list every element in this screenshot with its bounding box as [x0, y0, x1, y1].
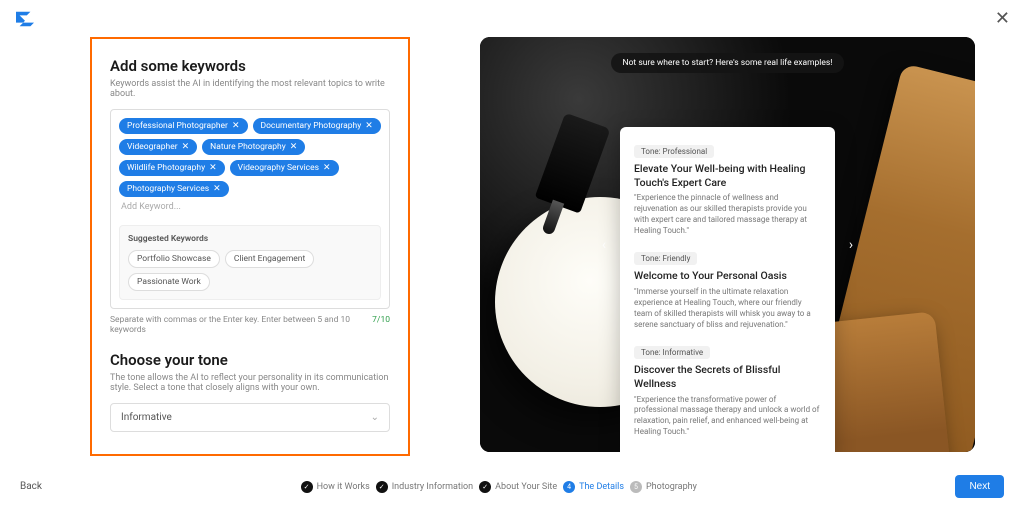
stepper: ✓How it Works ✓Industry Information ✓About… [301, 481, 697, 493]
keyword-chip[interactable]: Videographer✕ [119, 139, 197, 155]
add-keyword-input[interactable]: Add Keyword... [119, 197, 381, 217]
keyword-chip[interactable]: Videography Services✕ [230, 160, 339, 176]
example-body: "Experience the pinnacle of wellness and… [634, 193, 821, 236]
suggested-chip[interactable]: Client Engagement [225, 250, 314, 268]
next-button[interactable]: Next [955, 475, 1004, 498]
tone-value: Informative [121, 412, 172, 423]
tone-subtext: The tone allows the AI to reflect your p… [110, 373, 390, 393]
step-how-it-works[interactable]: ✓How it Works [301, 481, 370, 493]
example-title: Welcome to Your Personal Oasis [634, 269, 821, 283]
example-body: "Immerse yourself in the ultimate relaxa… [634, 287, 821, 330]
keyword-chip[interactable]: Photography Services✕ [119, 181, 229, 197]
tone-pill: Tone: Friendly [634, 252, 697, 265]
tone-pill: Tone: Professional [634, 145, 714, 158]
step-the-details[interactable]: 4The Details [563, 481, 624, 493]
remove-icon[interactable]: ✕ [232, 121, 240, 131]
brand-logo [14, 10, 36, 28]
suggested-title: Suggested Keywords [128, 234, 372, 244]
suggested-keywords: Suggested Keywords Portfolio Showcase Cli… [119, 225, 381, 300]
tone-heading: Choose your tone [110, 351, 390, 369]
remove-icon[interactable]: ✕ [209, 163, 217, 173]
suggested-chip[interactable]: Passionate Work [128, 273, 210, 291]
tone-pill: Tone: Informative [634, 346, 710, 359]
remove-icon[interactable]: ✕ [290, 142, 298, 152]
keyword-input-box: Professional Photographer✕ Documentary Ph… [110, 109, 390, 309]
keyword-hint: Separate with commas or the Enter key. E… [110, 315, 372, 335]
example-card: Tone: Professional Elevate Your Well-bein… [620, 127, 835, 452]
preview-panel: Not sure where to start? Here's some rea… [480, 37, 975, 452]
keyword-chip[interactable]: Nature Photography✕ [202, 139, 305, 155]
close-icon[interactable]: ✕ [995, 8, 1010, 29]
keywords-subtext: Keywords assist the AI in identifying th… [110, 79, 390, 99]
example-body: "Experience the transformative power of … [634, 395, 821, 438]
remove-icon[interactable]: ✕ [323, 163, 331, 173]
carousel-next-button[interactable]: › [839, 233, 863, 257]
remove-icon[interactable]: ✕ [213, 184, 221, 194]
keyword-chip[interactable]: Documentary Photography✕ [253, 118, 381, 134]
tone-select[interactable]: Informative ⌄ [110, 403, 390, 432]
remove-icon[interactable]: ✕ [365, 121, 373, 131]
keyword-count: 7/10 [372, 315, 390, 335]
chevron-down-icon: ⌄ [371, 412, 379, 423]
suggested-chip[interactable]: Portfolio Showcase [128, 250, 220, 268]
remove-icon[interactable]: ✕ [182, 142, 190, 152]
config-panel: Add some keywords Keywords assist the AI… [90, 37, 410, 456]
step-photography[interactable]: 5Photography [630, 481, 697, 493]
back-button[interactable]: Back [20, 481, 42, 492]
step-industry-information[interactable]: ✓Industry Information [376, 481, 473, 493]
example-title: Discover the Secrets of Blissful Wellnes… [634, 363, 821, 390]
example-title: Elevate Your Well-being with Healing Tou… [634, 162, 821, 189]
tip-banner: Not sure where to start? Here's some rea… [611, 53, 845, 73]
step-about-your-site[interactable]: ✓About Your Site [479, 481, 557, 493]
carousel-prev-button[interactable]: ‹ [592, 233, 616, 257]
keywords-heading: Add some keywords [110, 57, 390, 75]
keyword-chip[interactable]: Professional Photographer✕ [119, 118, 248, 134]
keyword-chip[interactable]: Wildlife Photography✕ [119, 160, 225, 176]
